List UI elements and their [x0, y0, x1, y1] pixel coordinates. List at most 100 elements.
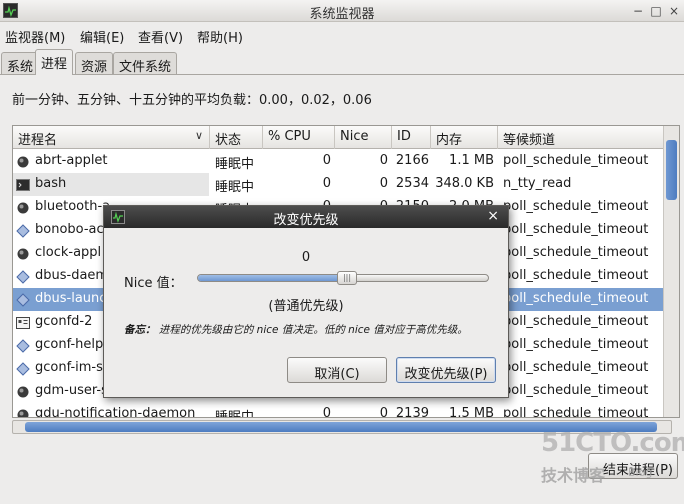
- diamond-icon: [16, 293, 30, 307]
- process-name: dbus-daem: [35, 268, 109, 283]
- priority-description: (普通优先级): [268, 299, 344, 314]
- process-cpu-cell: 0: [322, 406, 331, 418]
- process-nice-cell: 0: [379, 406, 388, 418]
- process-name: bluetooth-a: [35, 199, 111, 214]
- gear-icon: [16, 247, 30, 261]
- column-header-nice[interactable]: Nice: [335, 126, 392, 149]
- vertical-scrollbar[interactable]: [663, 126, 679, 417]
- process-cpu-cell: 0: [322, 153, 331, 168]
- cancel-button[interactable]: 取消(C): [287, 357, 387, 383]
- tab-divider: [0, 74, 684, 75]
- process-wchan-cell: poll_schedule_timeout: [503, 245, 649, 260]
- process-wchan-cell: n_tty_read: [503, 176, 572, 191]
- process-status-cell: 睡眠中: [215, 180, 255, 195]
- diamond-icon: [16, 270, 30, 284]
- table-row[interactable]: bash 睡眠中 0 0 2534 348.0 KB n_tty_read: [13, 173, 663, 196]
- table-row[interactable]: abrt-applet 睡眠中 0 0 2166 1.1 MB poll_schedule_…: [13, 150, 663, 173]
- process-wchan-cell: poll_schedule_timeout: [503, 153, 649, 168]
- window-titlebar: 系统监视器 − □ ×: [0, 0, 684, 22]
- vertical-scrollbar-thumb[interactable]: [666, 140, 677, 200]
- process-mem-cell: 348.0 KB: [435, 176, 494, 191]
- process-id-cell: 2166: [395, 153, 429, 168]
- process-mem-cell: 1.1 MB: [449, 153, 494, 168]
- diamond-icon: [16, 224, 30, 238]
- process-wchan-cell: poll_schedule_timeout: [503, 383, 649, 398]
- change-priority-button[interactable]: 改变优先级(P): [396, 357, 496, 383]
- minimize-button[interactable]: −: [630, 3, 646, 19]
- watermark-tagline: 技术博客: [541, 466, 606, 485]
- dialog-titlebar: 改变优先级 ×: [104, 206, 508, 228]
- process-wchan-cell: poll_schedule_timeout: [503, 268, 649, 283]
- tab-filesystems[interactable]: 文件系统: [113, 52, 178, 75]
- gear-icon: [16, 385, 30, 399]
- menu-monitor[interactable]: 监视器(M): [5, 27, 65, 46]
- menu-bar: 监视器(M) 编辑(E) 查看(V) 帮助(H): [0, 23, 684, 47]
- column-header-name-label: 进程名: [18, 133, 58, 148]
- process-wchan-cell: poll_schedule_timeout: [503, 360, 649, 375]
- process-cpu-cell: 0: [322, 176, 331, 191]
- column-header-cpu[interactable]: % CPU: [263, 126, 335, 149]
- menu-view[interactable]: 查看(V): [138, 27, 183, 46]
- process-wchan-cell: poll_schedule_timeout: [503, 337, 649, 352]
- process-name: bonobo-ac: [35, 222, 104, 237]
- priority-note: 备忘： 进程的优先级由它的 nice 值决定。低的 nice 值对应于高优先级。: [124, 322, 468, 337]
- process-wchan-cell: poll_schedule_timeout: [503, 406, 649, 418]
- process-status-cell: 睡眠中: [215, 410, 255, 418]
- config-icon: [16, 316, 30, 330]
- watermark-blog: Blog: [628, 466, 653, 479]
- process-name: gdm-user-s: [35, 383, 108, 398]
- maximize-button[interactable]: □: [648, 3, 664, 19]
- column-header-status[interactable]: 状态: [210, 126, 263, 149]
- process-name: abrt-applet: [35, 153, 108, 168]
- process-name: bash: [35, 176, 67, 191]
- table-header: 进程名 ∨ 状态 % CPU Nice ID 内存 等候频道: [13, 126, 663, 149]
- process-mem-cell: 1.5 MB: [449, 406, 494, 418]
- process-name: clock-appl: [35, 245, 102, 260]
- note-label: 备忘：: [124, 324, 156, 336]
- process-name: gdu-notification-daemon: [35, 406, 196, 418]
- tab-processes[interactable]: 进程: [35, 49, 74, 75]
- process-name: gconf-help: [35, 337, 104, 352]
- gear-icon: [16, 408, 30, 417]
- nice-label: Nice 值：: [124, 276, 183, 291]
- process-wchan-cell: poll_schedule_timeout: [503, 314, 649, 329]
- dialog-close-button[interactable]: ×: [487, 208, 499, 224]
- column-header-memory[interactable]: 内存: [431, 126, 498, 149]
- tab-resources[interactable]: 资源: [75, 52, 114, 75]
- process-name: dbus-launc: [35, 291, 107, 306]
- process-nice-cell: 0: [379, 153, 388, 168]
- change-priority-dialog: 改变优先级 × 0 Nice 值： ||| (普通优先级) 备忘： 进程的优先级…: [103, 205, 509, 398]
- process-wchan-cell: poll_schedule_timeout: [503, 222, 649, 237]
- watermark-site: 51CTO.com: [541, 428, 684, 458]
- table-row[interactable]: gdu-notification-daemon 睡眠中 0 0 2139 1.5 MB po…: [13, 403, 663, 418]
- column-header-name[interactable]: 进程名 ∨: [13, 126, 210, 149]
- process-name: gconf-im-s: [35, 360, 103, 375]
- column-header-id[interactable]: ID: [392, 126, 431, 149]
- process-id-cell: 2139: [395, 406, 429, 418]
- close-button[interactable]: ×: [666, 3, 682, 19]
- process-wchan-cell: poll_schedule_timeout: [503, 199, 649, 214]
- menu-help[interactable]: 帮助(H): [197, 27, 243, 46]
- process-status-cell: 睡眠中: [215, 157, 255, 172]
- chevron-down-icon: ∨: [194, 129, 203, 142]
- diamond-icon: [16, 339, 30, 353]
- tab-system[interactable]: 系统: [1, 52, 40, 75]
- process-name-cell: gdu-notification-daemon: [13, 403, 209, 418]
- column-header-waiting-channel[interactable]: 等候频道: [498, 126, 663, 149]
- process-name-cell: bash: [13, 173, 209, 196]
- gear-icon: [16, 155, 30, 169]
- process-name: gconfd-2: [35, 314, 93, 329]
- process-id-cell: 2534: [395, 176, 429, 191]
- load-average: 前一分钟、五分钟、十五分钟的平均负载：0.00，0.02，0.06: [12, 93, 372, 108]
- window-title: 系统监视器: [309, 7, 375, 22]
- gear-icon: [16, 201, 30, 215]
- process-wchan-cell: poll_schedule_timeout: [503, 291, 649, 306]
- dialog-title: 改变优先级: [273, 213, 339, 228]
- diamond-icon: [16, 362, 30, 376]
- nice-slider-handle[interactable]: |||: [337, 271, 357, 285]
- menu-edit[interactable]: 编辑(E): [80, 27, 124, 46]
- process-nice-cell: 0: [379, 176, 388, 191]
- nice-slider-fill: [198, 275, 347, 281]
- terminal-icon: [16, 178, 30, 192]
- note-text: 进程的优先级由它的 nice 值决定。低的 nice 值对应于高优先级。: [158, 324, 468, 336]
